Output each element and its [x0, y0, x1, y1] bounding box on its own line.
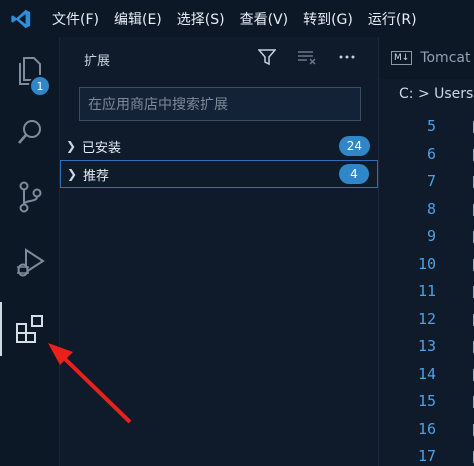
chevron-right-icon: ❯: [65, 139, 77, 153]
extensions-icon: [15, 315, 43, 343]
line-number: 10: [417, 254, 436, 273]
section-recommended[interactable]: ❯ 推荐 4: [60, 160, 378, 188]
breadcrumb[interactable]: C: > Users: [379, 79, 474, 109]
editor-area: M↓ Tomcat C: > Users 5 6 7 8 9 10 11 12 13 14 15 16…: [379, 37, 474, 466]
line-number: 11: [417, 282, 436, 300]
editor-tab[interactable]: Tomcat: [420, 50, 470, 66]
activity-explorer[interactable]: 1: [0, 45, 59, 97]
line-number: 16: [417, 419, 436, 438]
recommended-count-badge: 4: [339, 164, 369, 184]
filter-icon[interactable]: [256, 47, 278, 67]
activity-search[interactable]: [0, 107, 59, 157]
active-indicator: [0, 302, 2, 356]
chevron-right-icon: ❯: [66, 167, 78, 181]
menu-selection[interactable]: 选择(S): [177, 9, 225, 29]
line-number: 8: [426, 199, 436, 218]
section-recommended-label: 推荐: [83, 168, 110, 184]
run-debug-icon: [16, 248, 45, 277]
installed-count-badge: 24: [338, 136, 370, 156]
search-icon: [17, 120, 41, 144]
extensions-sidebar: 扩展 在应用商店中搜索扩展 ❯ 已安装 24 ❯ 推荐 4: [60, 37, 379, 466]
explorer-badge: 1: [29, 75, 51, 97]
line-number: 14: [417, 364, 436, 383]
search-placeholder: 在应用商店中搜索扩展: [88, 97, 228, 113]
line-number: 13: [417, 337, 436, 355]
line-number: 17: [417, 447, 436, 465]
line-number: 12: [417, 309, 436, 328]
sidebar-title: 扩展: [84, 54, 111, 69]
line-number: 15: [417, 392, 436, 410]
menu-edit[interactable]: 编辑(E): [114, 9, 162, 29]
markdown-icon: M↓: [391, 51, 413, 65]
line-number: 7: [426, 172, 436, 190]
menu-bar: 文件(F) 编辑(E) 选择(S) 查看(V) 转到(G) 运行(R): [0, 0, 474, 37]
sidebar-actions: [256, 47, 358, 67]
editor-tab-bar: M↓ Tomcat: [379, 37, 474, 79]
extension-search-input[interactable]: 在应用商店中搜索扩展: [79, 87, 361, 121]
line-number: 9: [426, 227, 436, 245]
menu-file[interactable]: 文件(F): [52, 9, 99, 29]
activity-bar: 1: [0, 37, 60, 466]
vscode-logo-icon: [0, 0, 42, 37]
line-number: 6: [426, 144, 436, 163]
menu-view[interactable]: 查看(V): [240, 9, 289, 29]
menu-run[interactable]: 运行(R): [368, 9, 417, 29]
line-number: 5: [426, 117, 436, 135]
menu-go[interactable]: 转到(G): [303, 9, 353, 29]
source-control-icon: [19, 181, 41, 213]
clear-results-icon[interactable]: [296, 47, 318, 67]
activity-extensions[interactable]: [0, 299, 59, 359]
breadcrumb-path: C: > Users: [399, 86, 474, 102]
section-installed-label: 已安装: [82, 140, 122, 156]
activity-source-control[interactable]: [0, 172, 59, 222]
more-actions-icon[interactable]: [336, 47, 358, 67]
section-installed[interactable]: ❯ 已安装 24: [60, 132, 378, 160]
activity-run-debug[interactable]: [0, 237, 59, 287]
